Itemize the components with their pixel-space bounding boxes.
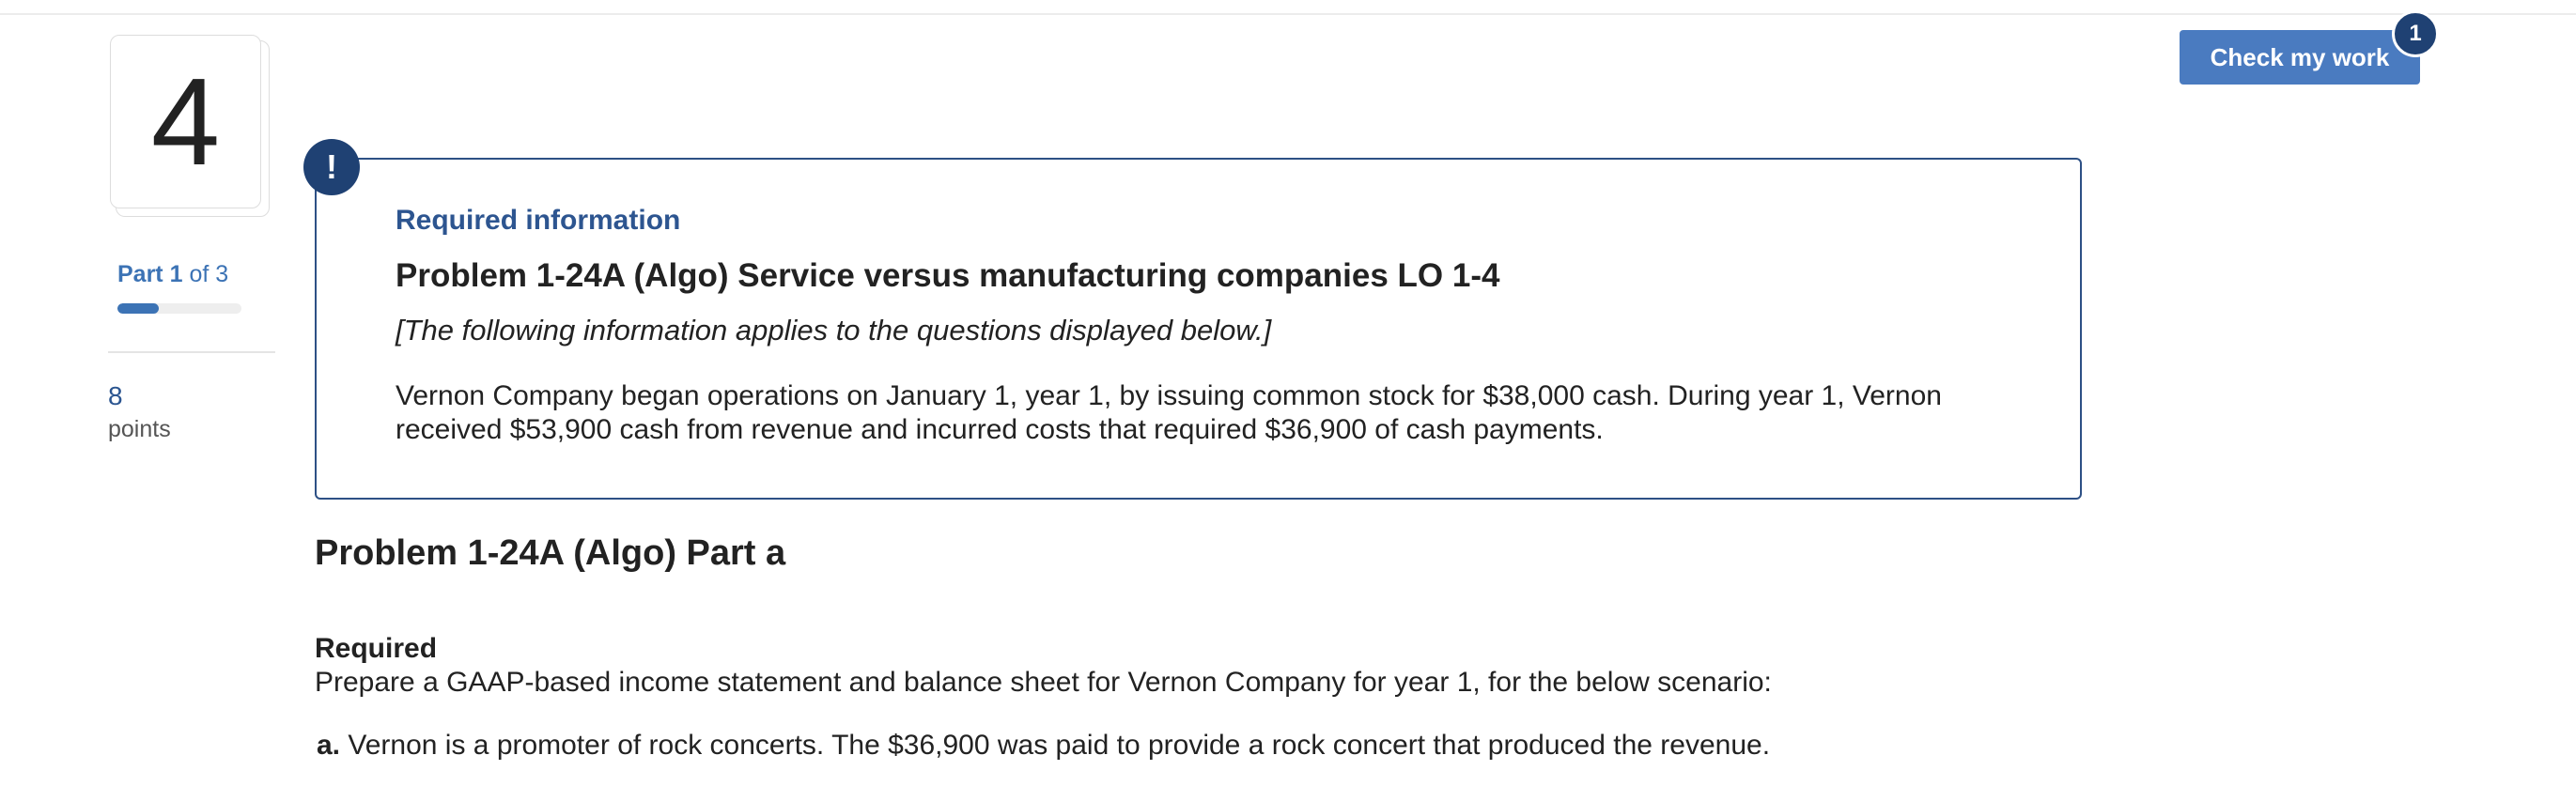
part-current: 1 bbox=[169, 261, 183, 287]
top-divider bbox=[0, 13, 2576, 15]
scenario-text: Vernon is a promoter of rock concerts. T… bbox=[348, 730, 1771, 761]
check-count-badge: 1 bbox=[2392, 10, 2439, 57]
question-number-box: 4 bbox=[110, 35, 261, 208]
part-indicator: Part 1 of 3 bbox=[117, 261, 228, 288]
question-page: 4 Part 1 of 3 8 points Check my work 1 !… bbox=[0, 0, 2576, 786]
part-progress-fill bbox=[117, 303, 159, 314]
alert-icon: ! bbox=[303, 139, 360, 195]
question-number: 4 bbox=[150, 52, 221, 191]
rail-divider bbox=[108, 351, 275, 353]
part-total: of 3 bbox=[189, 261, 229, 287]
applies-note: [The following information applies to th… bbox=[396, 314, 1272, 347]
check-my-work-button[interactable]: Check my work bbox=[2180, 30, 2420, 85]
question-number-card: 4 bbox=[110, 35, 270, 218]
required-instructions: Prepare a GAAP-based income statement an… bbox=[315, 667, 1772, 698]
required-information-heading: Required information bbox=[396, 205, 681, 236]
problem-description: Vernon Company began operations on Janua… bbox=[396, 380, 1942, 445]
points-label: points bbox=[108, 416, 171, 442]
problem-title: Problem 1-24A (Algo) Service versus manu… bbox=[396, 257, 1500, 294]
part-title: Problem 1-24A (Algo) Part a bbox=[315, 533, 786, 573]
required-label: Required bbox=[315, 633, 438, 664]
points-value: 8 bbox=[108, 381, 123, 410]
part-prefix: Part bbox=[117, 261, 163, 287]
scenario-label: a. bbox=[317, 730, 341, 761]
part-progress-bar bbox=[117, 303, 241, 314]
scenario-a: a. Vernon is a promoter of rock concerts… bbox=[317, 730, 1770, 762]
